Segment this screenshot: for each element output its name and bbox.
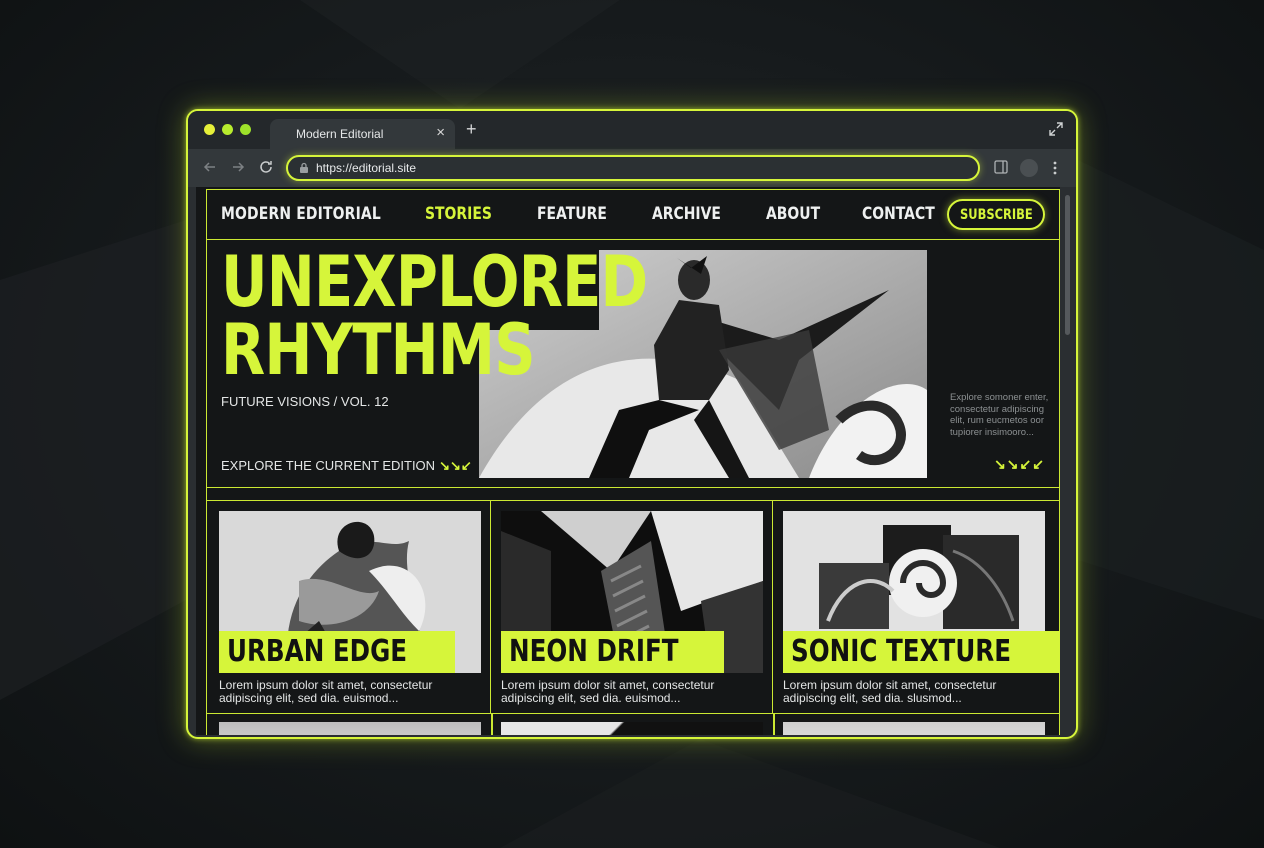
story-card[interactable]: NEON DRIFT Lorem ipsum dolor sit amet, c…	[491, 501, 773, 713]
hero-subtitle: FUTURE VISIONS / VOL. 12	[221, 394, 389, 409]
subscribe-button[interactable]: SUBSCRIBE	[947, 199, 1045, 230]
scrollbar[interactable]	[1065, 195, 1070, 335]
hero-cta-label: EXPLORE THE CURRENT EDITION	[221, 458, 436, 473]
hero-section: UNEXPLORED RHYTHMS FUTURE VISIONS / VOL.…	[207, 240, 1059, 488]
window-dot-green[interactable]	[222, 124, 233, 135]
arrows-icon[interactable]: ↘↘↙↙	[994, 456, 1045, 473]
close-icon[interactable]: ×	[436, 124, 445, 141]
story-card[interactable]: SONIC TEXTURE Lorem ipsum dolor sit amet…	[773, 501, 1060, 713]
nav-contact[interactable]: CONTACT	[862, 204, 935, 224]
card-photo[interactable]	[501, 722, 763, 735]
card-excerpt: Lorem ipsum dolor sit amet, consectetur …	[219, 678, 433, 705]
story-grid: URBAN EDGE Lorem ipsum dolor sit amet, c…	[207, 500, 1060, 735]
grid-divider	[773, 714, 775, 735]
reload-icon[interactable]	[258, 159, 274, 175]
explore-edition-link[interactable]: EXPLORE THE CURRENT EDITION ↘↘↙	[221, 458, 472, 474]
browser-toolbar: https://editorial.site	[188, 149, 1076, 187]
back-arrow-icon[interactable]	[202, 159, 218, 175]
avatar[interactable]	[1020, 159, 1038, 177]
hero-title-line2: RHYTHMS	[221, 309, 536, 391]
card-title: SONIC TEXTURE	[783, 631, 1060, 673]
nav-stories[interactable]: STORIES	[425, 204, 492, 224]
menu-dots-icon[interactable]	[1052, 160, 1058, 176]
window-dot-yellow[interactable]	[204, 124, 215, 135]
arrows-icon: ↘↘↙	[439, 458, 472, 473]
card-title: URBAN EDGE	[219, 631, 455, 673]
plus-icon[interactable]: +	[466, 119, 477, 140]
site-logo[interactable]: MODERN EDITORIAL	[221, 204, 381, 224]
sidebar-icon[interactable]	[994, 160, 1008, 174]
nav-archive[interactable]: ARCHIVE	[652, 204, 721, 224]
hero-title: UNEXPLORED RHYTHMS	[221, 241, 648, 391]
hero-side-text: Explore somoner enter, consectetur adipi…	[950, 392, 1049, 438]
main-nav: STORIES FEATURE ARCHIVE ABOUT CONTACT	[425, 204, 950, 224]
tab-bar: Modern Editorial × +	[188, 111, 1076, 149]
story-grid-row-2	[207, 713, 1059, 735]
editorial-site: MODERN EDITORIAL STORIES FEATURE ARCHIVE…	[206, 189, 1060, 735]
hero-title-line1: UNEXPLORED	[221, 241, 648, 323]
page-viewport: MODERN EDITORIAL STORIES FEATURE ARCHIVE…	[196, 187, 1060, 735]
browser-window: Modern Editorial × + https://editorial.s…	[186, 109, 1078, 739]
card-title: NEON DRIFT	[501, 631, 724, 673]
forward-arrow-icon[interactable]	[230, 159, 246, 175]
grid-divider	[491, 714, 493, 735]
subscribe-label: SUBSCRIBE	[959, 206, 1033, 223]
card-photo[interactable]	[219, 722, 481, 735]
expand-icon[interactable]	[1048, 121, 1064, 137]
nav-feature[interactable]: FEATURE	[537, 204, 607, 224]
tab-title: Modern Editorial	[296, 127, 384, 141]
site-header: MODERN EDITORIAL STORIES FEATURE ARCHIVE…	[207, 190, 1059, 240]
tab-modern-editorial[interactable]: Modern Editorial ×	[270, 119, 455, 149]
window-dot-lime[interactable]	[240, 124, 251, 135]
nav-about[interactable]: ABOUT	[766, 204, 820, 224]
url-text: https://editorial.site	[316, 161, 417, 175]
address-bar[interactable]: https://editorial.site	[286, 155, 980, 181]
card-excerpt: Lorem ipsum dolor sit amet, consectetur …	[501, 678, 715, 705]
card-photo[interactable]	[783, 722, 1045, 735]
lock-icon	[300, 162, 308, 173]
card-excerpt: Lorem ipsum dolor sit amet, consectetur …	[783, 678, 997, 705]
story-card[interactable]: URBAN EDGE Lorem ipsum dolor sit amet, c…	[207, 501, 491, 713]
